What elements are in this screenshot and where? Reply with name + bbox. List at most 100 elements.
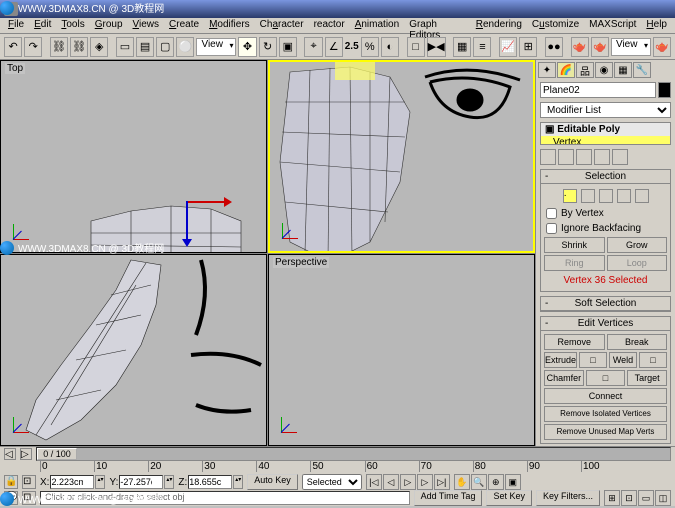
subobj-vertex-button[interactable]: · (563, 189, 577, 203)
quick-render-button[interactable]: 🫖 (591, 37, 609, 57)
keyfilters-button[interactable]: Key Filters... (536, 490, 600, 506)
tab-utilities[interactable]: 🔧 (633, 62, 651, 78)
bind-button[interactable]: ◈ (90, 37, 108, 57)
menu-rendering[interactable]: Rendering (472, 18, 526, 33)
unique-button[interactable] (576, 149, 592, 165)
menu-reactor[interactable]: reactor (310, 18, 349, 33)
object-color-swatch[interactable] (658, 82, 671, 98)
move-button[interactable]: ✥ (238, 37, 256, 57)
angle-snap-button[interactable]: ∠ (325, 37, 343, 57)
time-ruler[interactable]: 0102030405060708090100 (0, 461, 675, 472)
view-dropdown[interactable]: View (196, 38, 236, 56)
timeline-start-button[interactable]: ◁ (4, 448, 16, 460)
schematic-button[interactable]: ⊞ (519, 37, 537, 57)
viewport-front[interactable] (268, 60, 535, 253)
undo-button[interactable]: ↶ (4, 37, 22, 57)
view2-dropdown[interactable]: View (611, 38, 651, 56)
extrude-settings-button[interactable]: □ (579, 352, 607, 368)
scale-button[interactable]: ▣ (279, 37, 297, 57)
object-name-input[interactable] (540, 82, 656, 98)
percent-snap-button[interactable]: % (361, 37, 379, 57)
timeline-end-button[interactable]: ▷ (20, 448, 32, 460)
menu-maxscript[interactable]: MAXScript (585, 18, 640, 33)
menu-animation[interactable]: Animation (351, 18, 403, 33)
show-end-button[interactable] (558, 149, 574, 165)
zoom-all-button[interactable]: ⊡ (621, 490, 637, 506)
render-scene-button[interactable]: 🫖 (571, 37, 589, 57)
subobj-element-button[interactable] (635, 189, 649, 203)
lock-button[interactable]: 🔒 (4, 475, 18, 489)
y-spinner[interactable]: ▴▾ (164, 475, 174, 489)
chamfer-button[interactable]: Chamfer (544, 370, 584, 386)
layers-button[interactable]: ≡ (473, 37, 491, 57)
by-vertex-checkbox[interactable]: By Vertex (544, 207, 667, 220)
unlink-button[interactable]: ⛓ (70, 37, 88, 57)
mirror-button[interactable]: ▶◀ (427, 37, 446, 57)
time-slider[interactable]: 0 / 100 (36, 447, 671, 461)
weld-button[interactable]: Weld (609, 352, 637, 368)
configure-button[interactable] (612, 149, 628, 165)
pin-stack-button[interactable] (540, 149, 556, 165)
connect-button[interactable]: Connect (544, 388, 667, 404)
x-coord-input[interactable] (50, 475, 94, 489)
menu-group[interactable]: Group (91, 18, 127, 33)
setkey-button[interactable]: Set Key (486, 490, 532, 506)
menu-character[interactable]: Character (256, 18, 308, 33)
menu-grapheditors[interactable]: Graph Editors (405, 18, 470, 33)
viewport-perspective[interactable]: Perspective (268, 254, 535, 447)
menu-modifiers[interactable]: Modifiers (205, 18, 254, 33)
viewport-left[interactable] (0, 254, 267, 447)
fov-button[interactable]: ◫ (655, 490, 671, 506)
tab-create[interactable]: ✦ (538, 62, 556, 78)
select-region-button[interactable]: ▢ (156, 37, 174, 57)
align-button[interactable]: ▦ (453, 37, 471, 57)
menu-views[interactable]: Views (129, 18, 164, 33)
y-coord-input[interactable] (119, 475, 163, 489)
z-coord-input[interactable] (188, 475, 232, 489)
modifier-list-dropdown[interactable]: Modifier List (540, 102, 671, 118)
tab-modify[interactable]: 🌈 (557, 62, 575, 78)
snap-button[interactable]: ⌖ (304, 37, 322, 57)
select-name-button[interactable]: ▤ (136, 37, 154, 57)
sel-lock-button[interactable]: ⊡ (22, 475, 36, 489)
add-time-tag-button[interactable]: Add Time Tag (414, 490, 483, 506)
x-spinner[interactable]: ▴▾ (95, 475, 105, 489)
shrink-button[interactable]: Shrink (544, 237, 605, 253)
ignore-backfacing-checkbox[interactable]: Ignore Backfacing (544, 222, 667, 235)
weld-settings-button[interactable]: □ (639, 352, 667, 368)
menu-file[interactable]: File (4, 18, 28, 33)
material-button[interactable]: ●● (545, 37, 563, 57)
viewport-top[interactable]: Top (0, 60, 267, 253)
spinner-snap-button[interactable]: ◐ (381, 37, 399, 57)
menu-edit[interactable]: Edit (30, 18, 55, 33)
chamfer-settings-button[interactable]: □ (586, 370, 626, 386)
region-zoom-button[interactable]: ▭ (638, 490, 654, 506)
subobj-polygon-button[interactable] (617, 189, 631, 203)
remove-mod-button[interactable] (594, 149, 610, 165)
remove-button[interactable]: Remove (544, 334, 605, 350)
select-link-button[interactable]: ⛓ (50, 37, 68, 57)
break-button[interactable]: Break (607, 334, 668, 350)
menu-customize[interactable]: Customize (528, 18, 583, 33)
rotate-button[interactable]: ↻ (259, 37, 277, 57)
target-weld-button[interactable]: Target Weld (627, 370, 667, 386)
redo-button[interactable]: ↷ (24, 37, 42, 57)
subobj-edge-button[interactable] (581, 189, 595, 203)
subobj-border-button[interactable] (599, 189, 613, 203)
remove-isolated-button[interactable]: Remove Isolated Vertices (544, 406, 667, 422)
menu-create[interactable]: Create (165, 18, 203, 33)
menu-tools[interactable]: Tools (57, 18, 88, 33)
zoom-extents-button[interactable]: ⊞ (604, 490, 620, 506)
named-sel-button[interactable]: □ (407, 37, 425, 57)
remove-unused-map-button[interactable]: Remove Unused Map Verts (544, 424, 667, 440)
select-button[interactable]: ▭ (116, 37, 134, 57)
curve-editor-button[interactable]: 📈 (499, 37, 517, 57)
extrude-button[interactable]: Extrude (544, 352, 577, 368)
z-spinner[interactable]: ▴▾ (233, 475, 243, 489)
filter-button[interactable]: ⚪ (176, 37, 194, 57)
tab-hierarchy[interactable]: 品 (576, 62, 594, 78)
render-button[interactable]: 🫖 (653, 37, 671, 57)
tab-display[interactable]: ▦ (614, 62, 632, 78)
modifier-stack[interactable]: ▣ Editable Poly Vertex Edge Border Polyg… (540, 122, 671, 145)
menu-help[interactable]: Help (642, 18, 671, 33)
